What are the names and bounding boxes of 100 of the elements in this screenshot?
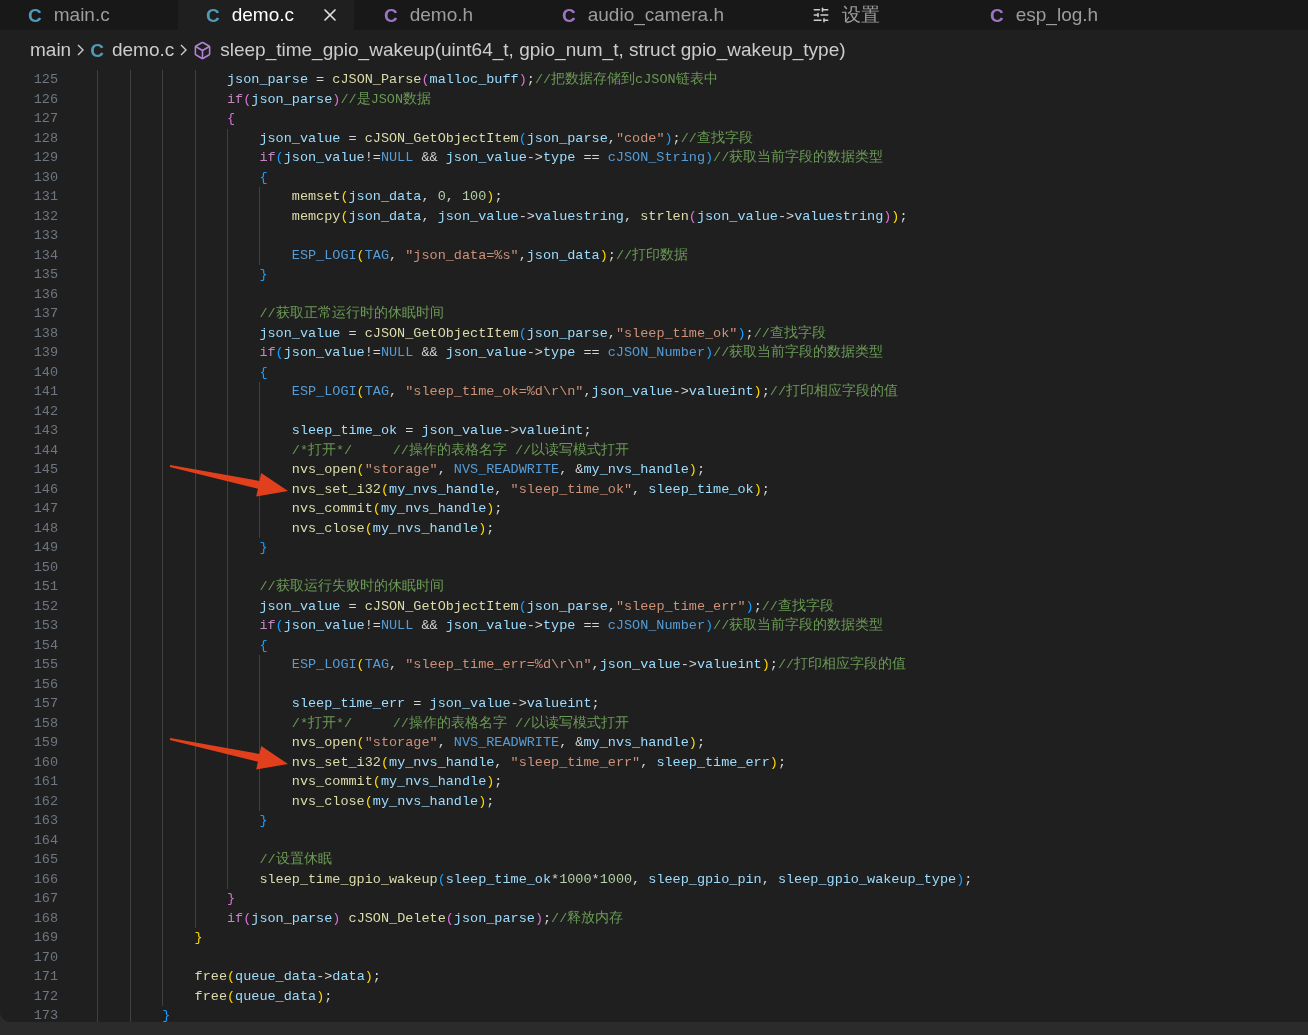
- code-line: }: [259, 539, 268, 557]
- line-number: 172: [32, 987, 58, 1006]
- line-number: 131: [32, 188, 58, 206]
- file-type-icon: C: [990, 5, 1004, 25]
- line-number: 146: [32, 480, 58, 499]
- code-line: ESP_LOGI(TAG, "sleep_time_ok=%d\r\n",json_value->valueint);//打印相应字段的值: [291, 382, 899, 401]
- line-number: 163: [32, 812, 58, 830]
- line-number: 145: [32, 461, 58, 479]
- line-number: 136: [32, 285, 58, 304]
- file-type-icon: C: [28, 5, 42, 25]
- code-line: }: [259, 266, 268, 284]
- code-line: nvs_commit(my_nvs_handle);: [291, 773, 503, 791]
- code-line: }: [194, 929, 203, 947]
- file-type-icon: C: [384, 5, 398, 25]
- code-line: nvs_commit(my_nvs_handle);: [291, 500, 503, 518]
- code-line: if(json_parse) cJSON_Delete(json_parse);//释放内存: [227, 909, 624, 928]
- line-number: 152: [32, 597, 58, 616]
- breadcrumb-item[interactable]: main: [30, 35, 72, 65]
- line-number: 148: [32, 519, 58, 538]
- code-line: if(json_parse)//是JSON数据: [227, 90, 432, 109]
- file-type-icon: C: [562, 5, 576, 25]
- code-line: {: [259, 168, 268, 187]
- code-line: if(json_value!=NULL && json_value->type == cJSON_Number)//获取当前字段的数据类型: [259, 343, 884, 362]
- line-number: 130: [32, 168, 58, 187]
- line-number: 158: [32, 714, 58, 733]
- code-line: //获取运行失败时的休眠时间: [259, 577, 444, 596]
- line-number: 159: [32, 734, 58, 752]
- line-number: 167: [32, 890, 58, 908]
- code-line: nvs_close(my_nvs_handle);: [291, 519, 495, 538]
- code-line: json_value = cJSON_GetObjectItem(json_parse,"code");//查找字段: [259, 129, 753, 148]
- line-number: 150: [32, 558, 58, 577]
- code-line: nvs_close(my_nvs_handle);: [291, 792, 495, 811]
- line-number: 157: [32, 695, 58, 713]
- code-line: /*打开*/ //操作的表格名字 //以读写模式打开: [291, 714, 630, 733]
- line-number: 139: [32, 344, 58, 362]
- file-type-icon: C: [90, 40, 104, 60]
- line-number: 151: [32, 578, 58, 596]
- line-number: 162: [32, 792, 58, 811]
- line-number: 143: [32, 422, 58, 440]
- line-number: 127: [32, 110, 58, 128]
- line-number: 129: [32, 149, 58, 167]
- cube-icon: [193, 40, 213, 60]
- line-number: 173: [32, 1007, 58, 1022]
- line-number: 160: [32, 753, 58, 772]
- line-number: 138: [32, 324, 58, 343]
- code-line: {: [259, 363, 268, 382]
- line-number: 128: [32, 129, 58, 148]
- code-line: json_parse = cJSON_Parse(malloc_buff);//把数据存储到cJSON链表中: [227, 70, 718, 89]
- code-line: nvs_set_i32(my_nvs_handle, "sleep_time_err", sleep_time_err);: [291, 753, 787, 772]
- code-line: if(json_value!=NULL && json_value->type == cJSON_Number)//获取当前字段的数据类型: [259, 616, 884, 635]
- line-number: 161: [32, 773, 58, 791]
- code-line: }: [162, 1007, 171, 1022]
- code-line: {: [259, 636, 268, 655]
- line-number: 137: [32, 305, 58, 323]
- line-number: 170: [32, 948, 58, 967]
- line-number: 141: [32, 383, 58, 401]
- line-number: 149: [32, 539, 58, 557]
- line-number: 126: [32, 90, 58, 109]
- line-number: 171: [32, 968, 58, 986]
- line-number: 133: [32, 227, 58, 245]
- line-number: 168: [32, 909, 58, 928]
- line-number: 155: [32, 656, 58, 674]
- code-line: json_value = cJSON_GetObjectItem(json_parse,"sleep_time_err");//查找字段: [259, 597, 834, 616]
- line-number: 142: [32, 402, 58, 421]
- line-number: 169: [32, 929, 58, 947]
- code-line: nvs_set_i32(my_nvs_handle, "sleep_time_ok", sleep_time_ok);: [291, 480, 770, 499]
- editor-tab[interactable]: C demo.c: [178, 0, 354, 30]
- code-line: ESP_LOGI(TAG, "sleep_time_err=%d\r\n",json_value->valueint);//打印相应字段的值: [291, 655, 907, 674]
- line-number: 147: [32, 500, 58, 518]
- code-line: sleep_time_err = json_value->valueint;: [291, 695, 600, 713]
- code-line: sleep_time_ok = json_value->valueint;: [291, 422, 592, 440]
- line-number: 135: [32, 266, 58, 284]
- line-number: 154: [32, 636, 58, 655]
- line-number: 153: [32, 617, 58, 635]
- chevron-right-icon: [77, 44, 85, 56]
- line-number: 166: [32, 870, 58, 889]
- code-line: memcpy(json_data, json_value->valuestring, strlen(json_value->valuestring));: [291, 207, 908, 226]
- code-line: }: [227, 890, 236, 908]
- line-number: 132: [32, 207, 58, 226]
- line-number: 140: [32, 363, 58, 382]
- line-number: 165: [32, 851, 58, 869]
- breadcrumb-item[interactable]: demo.c: [111, 35, 175, 65]
- line-number: 134: [32, 246, 58, 265]
- code-line: {: [227, 110, 236, 128]
- code-line: free(queue_data->data);: [194, 968, 381, 986]
- code-line: sleep_time_gpio_wakeup(sleep_time_ok*1000*1000, sleep_gpio_pin, sleep_gpio_wakeup_type);: [259, 870, 973, 889]
- breadcrumb-item[interactable]: sleep_time_gpio_wakeup(uint64_t, gpio_num_t, struct gpio_wakeup_type): [220, 35, 846, 65]
- code-line: }: [259, 812, 268, 830]
- code-line: //设置休眠: [259, 850, 332, 869]
- chevron-right-icon: [180, 44, 188, 56]
- code-line: memset(json_data, 0, 100);: [291, 188, 503, 206]
- code-line: //获取正常运行时的休眠时间: [259, 304, 444, 323]
- code-line: if(json_value!=NULL && json_value->type == cJSON_String)//获取当前字段的数据类型: [259, 148, 884, 167]
- code-line: json_value = cJSON_GetObjectItem(json_parse,"sleep_time_ok");//查找字段: [259, 324, 826, 343]
- line-number: 156: [32, 675, 58, 694]
- file-type-icon: C: [206, 5, 220, 25]
- line-number: 144: [32, 441, 58, 460]
- code-line: free(queue_data);: [194, 987, 333, 1006]
- settings-icon: [812, 6, 830, 24]
- code-line: /*打开*/ //操作的表格名字 //以读写模式打开: [291, 441, 630, 460]
